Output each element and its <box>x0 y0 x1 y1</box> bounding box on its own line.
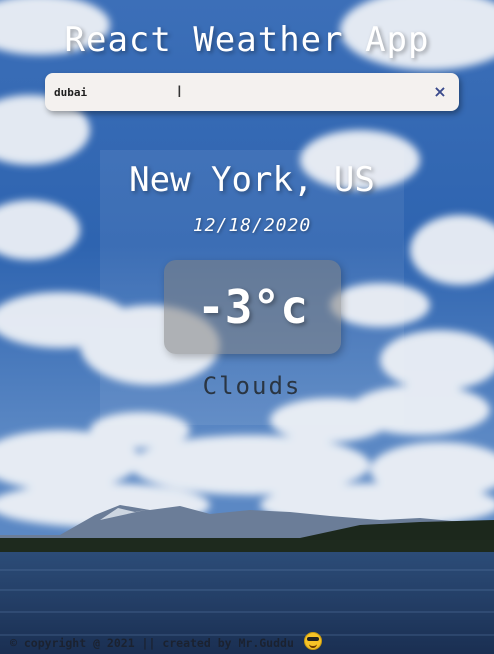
temperature-value: -3°c <box>197 280 308 334</box>
app-title: React Weather App <box>64 20 430 60</box>
footer: © copyright @ 2021 || created by Mr.Gudd… <box>10 632 490 650</box>
temperature-box: -3°c <box>164 260 341 354</box>
current-date: 12/18/2020 <box>192 215 312 236</box>
location-name: New York, US <box>129 160 375 200</box>
search-bar[interactable]: I × <box>45 73 459 111</box>
clear-icon[interactable]: × <box>431 83 449 101</box>
footer-text: © copyright @ 2021 || created by Mr.Gudd… <box>10 636 301 650</box>
weather-card: New York, US 12/18/2020 -3°c Clouds <box>100 150 404 425</box>
weather-condition: Clouds <box>202 372 302 400</box>
text-cursor-icon: I <box>177 82 182 101</box>
search-input[interactable] <box>45 73 434 111</box>
sunglasses-face-icon <box>303 632 322 650</box>
